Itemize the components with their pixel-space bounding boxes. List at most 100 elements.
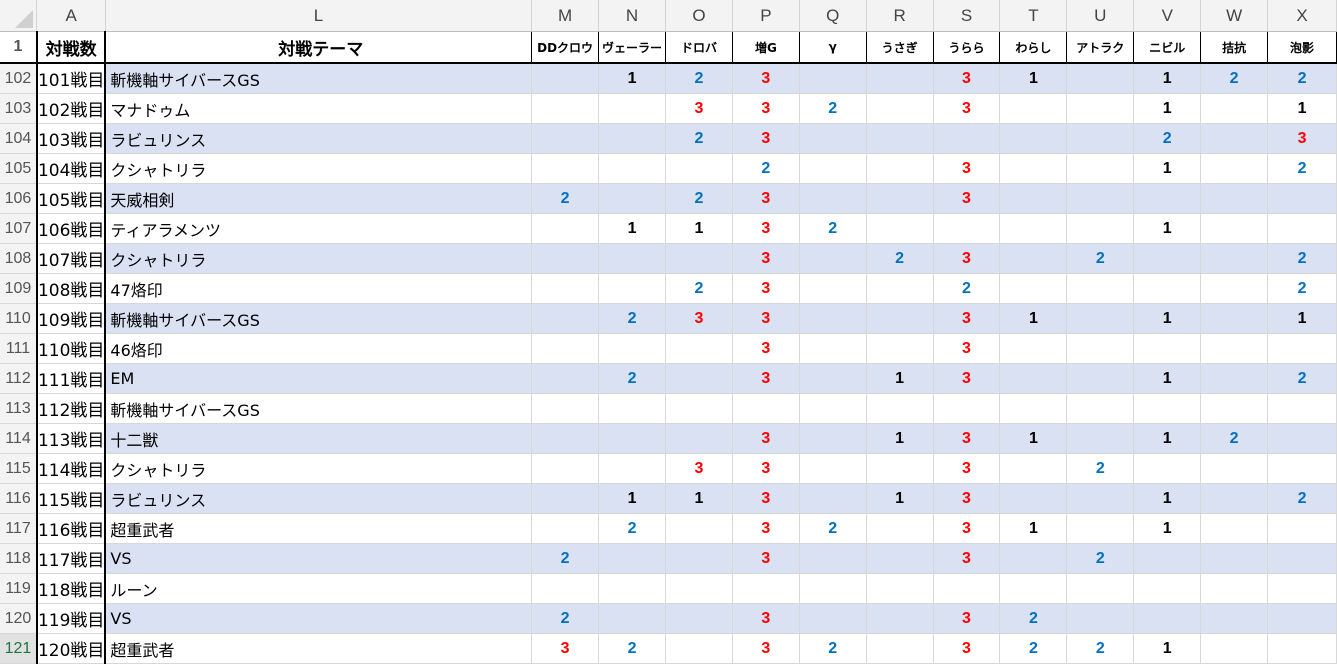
- matchup-value-cell[interactable]: [598, 243, 667, 274]
- column-header-P[interactable]: P: [732, 0, 800, 32]
- matchup-value-cell[interactable]: 3: [732, 483, 800, 514]
- matchup-value-cell[interactable]: [531, 423, 600, 454]
- matchup-value-cell[interactable]: 3: [1267, 123, 1337, 154]
- matchup-value-cell[interactable]: 3: [933, 243, 1001, 274]
- matchup-value-cell[interactable]: [1066, 63, 1135, 94]
- theme-cell[interactable]: EM: [105, 363, 533, 394]
- matchup-value-cell[interactable]: [999, 393, 1068, 424]
- matchup-value-cell[interactable]: [1133, 543, 1202, 574]
- matchup-value-cell[interactable]: 1: [665, 213, 733, 244]
- column-header-U[interactable]: U: [1066, 0, 1135, 32]
- matchup-value-cell[interactable]: 2: [799, 633, 867, 664]
- matchup-value-cell[interactable]: 3: [732, 603, 800, 634]
- header-cell-matchup[interactable]: γ: [799, 31, 867, 64]
- matchup-value-cell[interactable]: [732, 393, 800, 424]
- header-cell-matchup[interactable]: アトラク: [1066, 31, 1135, 64]
- matchup-value-cell[interactable]: 1: [1133, 63, 1202, 94]
- header-cell-theme[interactable]: 対戦テーマ: [105, 31, 533, 64]
- matchup-value-cell[interactable]: [1066, 273, 1135, 304]
- column-header-X[interactable]: X: [1267, 0, 1337, 32]
- theme-cell[interactable]: 46烙印: [105, 333, 533, 364]
- row-header[interactable]: 108: [0, 243, 38, 274]
- matchup-value-cell[interactable]: [665, 333, 733, 364]
- matchup-value-cell[interactable]: [531, 63, 600, 94]
- matchup-value-cell[interactable]: [1066, 363, 1135, 394]
- column-header-O[interactable]: O: [665, 0, 733, 32]
- matchup-value-cell[interactable]: [1267, 513, 1337, 544]
- matchup-value-cell[interactable]: 2: [531, 543, 600, 574]
- matchup-value-cell[interactable]: 2: [1267, 273, 1337, 304]
- header-cell-matchup[interactable]: ヴェーラー: [598, 31, 667, 64]
- matchup-value-cell[interactable]: 2: [1267, 63, 1337, 94]
- match-count-cell[interactable]: 119戦目: [35, 603, 107, 634]
- row-header[interactable]: 120: [0, 603, 38, 634]
- matchup-value-cell[interactable]: [1200, 333, 1269, 364]
- matchup-value-cell[interactable]: [799, 603, 867, 634]
- matchup-value-cell[interactable]: [1133, 573, 1202, 604]
- matchup-value-cell[interactable]: [598, 573, 667, 604]
- matchup-value-cell[interactable]: [732, 573, 800, 604]
- matchup-value-cell[interactable]: [598, 273, 667, 304]
- matchup-value-cell[interactable]: 3: [933, 153, 1001, 184]
- matchup-value-cell[interactable]: 2: [1267, 483, 1337, 514]
- matchup-value-cell[interactable]: [1200, 453, 1269, 484]
- row-header[interactable]: 115: [0, 453, 38, 484]
- matchup-value-cell[interactable]: 3: [732, 183, 800, 214]
- matchup-value-cell[interactable]: [531, 213, 600, 244]
- matchup-value-cell[interactable]: 3: [933, 183, 1001, 214]
- match-count-cell[interactable]: 102戦目: [35, 93, 107, 124]
- matchup-value-cell[interactable]: [665, 393, 733, 424]
- row-header[interactable]: 116: [0, 483, 38, 514]
- matchup-value-cell[interactable]: [1133, 453, 1202, 484]
- matchup-value-cell[interactable]: 2: [1066, 543, 1135, 574]
- matchup-value-cell[interactable]: [1066, 423, 1135, 454]
- matchup-value-cell[interactable]: [531, 513, 600, 544]
- matchup-value-cell[interactable]: 2: [1267, 153, 1337, 184]
- matchup-value-cell[interactable]: 3: [933, 303, 1001, 334]
- matchup-value-cell[interactable]: 2: [999, 603, 1068, 634]
- matchup-value-cell[interactable]: [1066, 513, 1135, 544]
- matchup-value-cell[interactable]: [665, 363, 733, 394]
- matchup-value-cell[interactable]: [866, 633, 934, 664]
- match-count-cell[interactable]: 117戦目: [35, 543, 107, 574]
- matchup-value-cell[interactable]: [1066, 573, 1135, 604]
- matchup-value-cell[interactable]: [1200, 633, 1269, 664]
- matchup-value-cell[interactable]: 1: [598, 483, 667, 514]
- header-cell-matchup[interactable]: うらら: [933, 31, 1001, 64]
- theme-cell[interactable]: ラビュリンス: [105, 123, 533, 154]
- matchup-value-cell[interactable]: [1267, 183, 1337, 214]
- matchup-value-cell[interactable]: [531, 393, 600, 424]
- matchup-value-cell[interactable]: [1200, 543, 1269, 574]
- matchup-value-cell[interactable]: 1: [999, 423, 1068, 454]
- column-header-T[interactable]: T: [999, 0, 1068, 32]
- matchup-value-cell[interactable]: [1066, 153, 1135, 184]
- matchup-value-cell[interactable]: 3: [933, 513, 1001, 544]
- matchup-value-cell[interactable]: [531, 123, 600, 154]
- header-cell-matchup[interactable]: わらし: [999, 31, 1068, 64]
- matchup-value-cell[interactable]: 3: [933, 543, 1001, 574]
- select-all-button[interactable]: [0, 0, 38, 32]
- matchup-value-cell[interactable]: 3: [732, 243, 800, 274]
- matchup-value-cell[interactable]: [1133, 333, 1202, 364]
- matchup-value-cell[interactable]: [866, 513, 934, 544]
- matchup-value-cell[interactable]: [799, 483, 867, 514]
- matchup-value-cell[interactable]: [799, 333, 867, 364]
- matchup-value-cell[interactable]: 1: [866, 423, 934, 454]
- matchup-value-cell[interactable]: 3: [933, 333, 1001, 364]
- matchup-value-cell[interactable]: [799, 303, 867, 334]
- matchup-value-cell[interactable]: [866, 573, 934, 604]
- matchup-value-cell[interactable]: [1200, 273, 1269, 304]
- matchup-value-cell[interactable]: [531, 303, 600, 334]
- matchup-value-cell[interactable]: 3: [665, 303, 733, 334]
- matchup-value-cell[interactable]: [665, 603, 733, 634]
- matchup-value-cell[interactable]: [531, 273, 600, 304]
- matchup-value-cell[interactable]: [799, 363, 867, 394]
- theme-cell[interactable]: ルーン: [105, 573, 533, 604]
- theme-cell[interactable]: VS: [105, 543, 533, 574]
- theme-cell[interactable]: クシャトリラ: [105, 153, 533, 184]
- matchup-value-cell[interactable]: 3: [732, 273, 800, 304]
- matchup-value-cell[interactable]: 1: [598, 63, 667, 94]
- matchup-value-cell[interactable]: [999, 183, 1068, 214]
- matchup-value-cell[interactable]: [866, 63, 934, 94]
- matchup-value-cell[interactable]: [799, 453, 867, 484]
